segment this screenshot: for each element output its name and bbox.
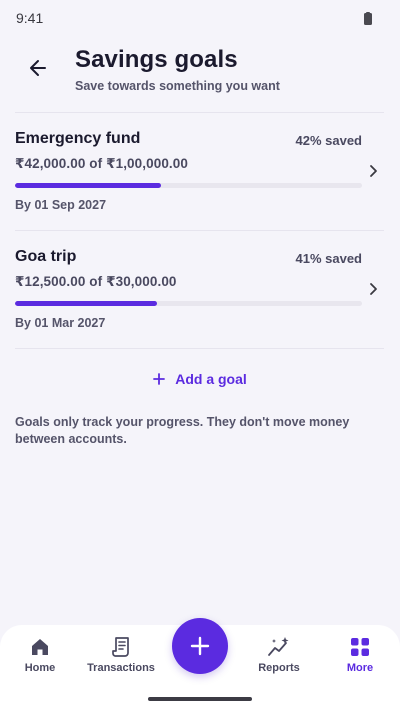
add-goal-label: Add a goal xyxy=(175,371,247,387)
goal-target-date: By 01 Sep 2027 xyxy=(15,198,107,212)
goal-percent-saved: 41% saved xyxy=(295,251,363,266)
nav-item-reports[interactable]: Reports xyxy=(254,625,304,685)
goal-progress-fill xyxy=(15,301,158,306)
info-note: Goals only track your progress. They don… xyxy=(15,415,350,446)
plus-icon xyxy=(190,636,210,656)
status-bar: 9:41 xyxy=(0,0,400,36)
header: Savings goals Save towards something you… xyxy=(0,46,400,102)
grid-icon xyxy=(351,638,369,656)
status-time: 9:41 xyxy=(16,10,44,26)
goal-amount: ₹42,000.00 of ₹1,00,000.00 xyxy=(15,156,189,171)
plus-icon xyxy=(153,373,166,385)
nav-item-home[interactable]: Home xyxy=(15,625,65,685)
add-transaction-fab[interactable] xyxy=(172,618,228,674)
goal-amount: ₹12,500.00 of ₹30,000.00 xyxy=(15,274,177,289)
goal-percent-saved: 42% saved xyxy=(295,133,363,148)
goal-name: Emergency fund xyxy=(15,130,141,147)
nav-item-more[interactable]: More xyxy=(335,625,385,685)
goal-name: Goa trip xyxy=(15,248,77,265)
page-title: Savings goals xyxy=(75,46,238,73)
goal-row-emergency-fund[interactable]: Emergency fund 42% saved ₹42,000.00 of ₹… xyxy=(0,113,400,229)
nav-label-home: Home xyxy=(24,662,56,674)
sparkline-icon xyxy=(268,637,289,656)
page-subtitle: Save towards something you want xyxy=(75,79,280,93)
back-button[interactable] xyxy=(22,52,54,84)
nav-label-transactions: Transactions xyxy=(87,662,155,674)
chevron-right-icon xyxy=(370,165,377,177)
home-indicator xyxy=(148,697,252,701)
goal-progress-bar xyxy=(15,183,362,188)
goal-progress-fill xyxy=(15,183,161,188)
goal-target-date: By 01 Mar 2027 xyxy=(15,316,106,330)
receipt-icon xyxy=(112,637,129,657)
nav-label-more: More xyxy=(346,662,374,674)
goal-progress-bar xyxy=(15,301,362,306)
battery-icon xyxy=(364,11,372,25)
goal-row-goa-trip[interactable]: Goa trip 41% saved ₹12,500.00 of ₹30,000… xyxy=(0,231,400,347)
divider xyxy=(15,348,384,349)
chevron-right-icon xyxy=(370,283,377,295)
add-goal-button[interactable]: Add a goal xyxy=(0,366,400,392)
arrow-left-icon xyxy=(30,60,46,76)
home-icon xyxy=(32,639,48,655)
nav-item-transactions[interactable]: Transactions xyxy=(84,625,158,685)
nav-label-reports: Reports xyxy=(258,662,300,674)
